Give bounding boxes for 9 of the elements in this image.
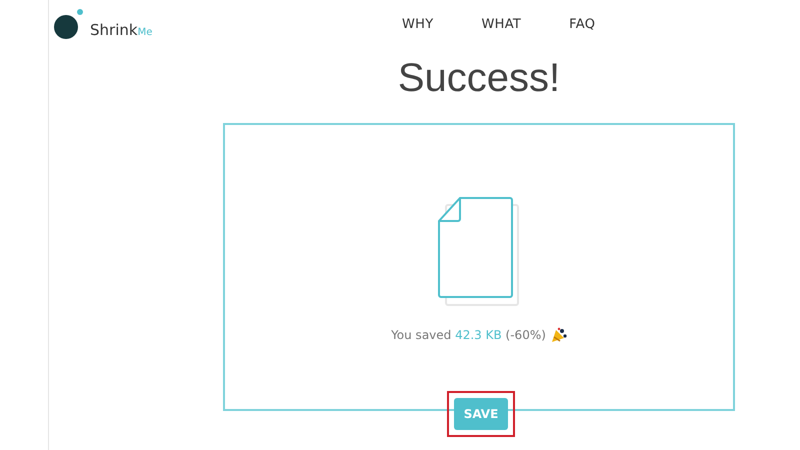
nav-link[interactable]: WHY: [402, 16, 434, 32]
saved-summary: You saved 42.3 KB (-60%): [391, 328, 546, 342]
nav-link[interactable]: WHAT: [481, 16, 522, 32]
party-popper-icon: [550, 327, 567, 343]
logo-text[interactable]: ShrinkMe: [90, 21, 152, 39]
page-title: Success!: [396, 55, 562, 102]
nav-link[interactable]: FAQ: [569, 16, 596, 32]
file-icon: [438, 197, 520, 307]
logo-icon: [54, 9, 84, 39]
